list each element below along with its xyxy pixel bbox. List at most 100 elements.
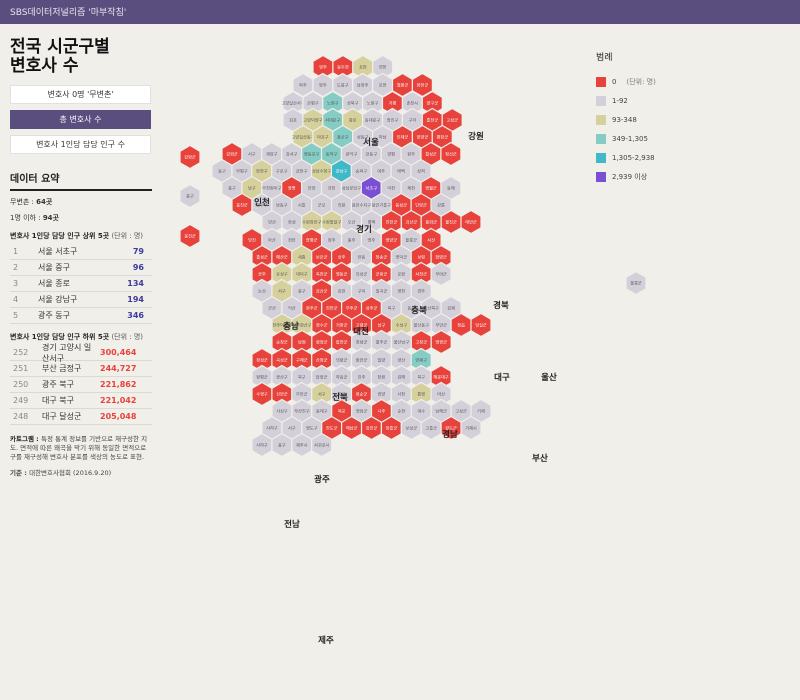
district-label: 양산 [397, 357, 405, 363]
district-label: 남해군 [435, 408, 447, 415]
district-hex[interactable]: 울진군 [440, 209, 462, 235]
district-label: 강릉 [437, 202, 445, 208]
district-label: 동두천 [337, 64, 349, 71]
district-label: 의왕 [338, 202, 346, 209]
district-label: 상주 [338, 254, 346, 261]
district-label: 고양일산서구 [281, 100, 304, 107]
district-label: 양천구 [256, 168, 268, 175]
district-hex[interactable]: 옹진군 [231, 192, 253, 218]
district-hex[interactable]: 해남군 [341, 415, 363, 441]
district-label: 장성군 [256, 357, 268, 363]
district-label: 통영 [417, 391, 425, 397]
legend-item: 2,939 이상 [596, 170, 706, 184]
district-label: 사하구 [256, 442, 268, 449]
district-label: 곡성군 [276, 357, 288, 364]
district-label: 파주 [299, 82, 307, 89]
legend-item: 93-348 [596, 113, 706, 127]
region-label: 전북 [332, 392, 348, 403]
district-hex[interactable]: 중구 [179, 183, 201, 209]
district-label: 서천군 [415, 271, 427, 278]
legend-swatch [596, 134, 606, 144]
district-hex[interactable]: 보성군 [400, 415, 422, 441]
district-label: 관악구 [346, 151, 358, 158]
legend-item: 1-92 [596, 94, 706, 108]
district-label: 울산남구 [394, 339, 410, 346]
legend-item: 0 (단위: 명) [596, 75, 706, 89]
district-label: 경주 [417, 288, 425, 295]
legend-swatch [596, 153, 606, 163]
district-label: 영주 [368, 237, 376, 244]
district-hex[interactable]: 사하구 [251, 432, 273, 458]
district-label: 춘천시 [407, 100, 419, 106]
legend-label: 0 [612, 78, 617, 86]
region-label: 경남 [442, 429, 458, 440]
district-hex[interactable]: 옹진군 [179, 223, 201, 249]
district-hex[interactable]: 서귀포시 [311, 432, 333, 458]
district-label: 평창군 [437, 134, 449, 140]
district-label: 마산 [437, 391, 445, 398]
district-label: 청송군 [376, 254, 388, 260]
district-label: 거제시 [465, 425, 477, 432]
district-label: 영월군 [425, 185, 437, 192]
region-label: 대전 [353, 326, 369, 337]
district-hex[interactable]: 고흥군 [420, 415, 442, 441]
region-label: 전남 [284, 519, 300, 530]
district-label: 의성군 [356, 271, 368, 278]
district-label: 해남군 [346, 425, 358, 432]
district-label: 옹진군 [236, 202, 248, 208]
district-label: 철원군 [397, 82, 409, 88]
district-label: 군산 [268, 305, 276, 311]
district-hex[interactable]: 임실군 [470, 312, 492, 338]
district-hex[interactable]: 부여군 [430, 261, 452, 287]
district-label: 고성군 [446, 117, 458, 123]
district-hex[interactable]: 장흥군 [380, 415, 402, 441]
district-label: 괴산군 [406, 219, 418, 226]
district-hex[interactable]: 제주시 [291, 432, 313, 458]
district-label: 오산 [348, 219, 356, 225]
district-label: 제천 [407, 185, 415, 192]
district-label: 영광군 [435, 339, 447, 345]
district-label: 사천 [397, 391, 405, 398]
district-hex[interactable]: 정읍 [450, 312, 472, 338]
district-label: 고성군 [455, 408, 467, 414]
district-label: 김해 [397, 374, 405, 381]
district-label: 논산 [258, 288, 266, 294]
district-label: 횡성군 [425, 151, 437, 157]
district-label: 함평군 [256, 374, 268, 380]
district-hex[interactable]: 태안군 [460, 209, 482, 235]
district-label: 동대문구 [365, 117, 381, 124]
district-hex[interactable]: 강진군 [360, 415, 383, 441]
district-label: 홍천군 [427, 117, 439, 123]
district-label: 장흥군 [386, 425, 398, 431]
district-label: 양양군 [417, 134, 429, 140]
district-label: 영양군 [386, 237, 398, 243]
district-hex[interactable]: 강화군 [179, 144, 201, 170]
district-label: 정선군 [445, 151, 457, 157]
district-hex[interactable]: 거제시 [460, 415, 482, 441]
district-label: 연천 [379, 64, 387, 70]
region-label: 서울 [363, 137, 379, 148]
district-label: 종로 [349, 118, 357, 123]
district-label: 여수 [417, 408, 425, 415]
district-label: 구례군 [296, 357, 308, 364]
district-label: 포천 [379, 82, 387, 88]
district-label: 창원 [378, 374, 386, 380]
district-label: 부평구 [236, 168, 248, 175]
district-label: 고흥군 [425, 425, 437, 431]
district-hex[interactable]: 영광군 [430, 329, 452, 355]
district-label: 함양군 [316, 339, 328, 345]
district-hex[interactable]: 울릉군 [625, 270, 647, 296]
district-label: 인제군 [397, 134, 409, 141]
district-label: 울릉군 [630, 281, 642, 286]
legend-label: 93-348 [612, 116, 637, 124]
district-hex[interactable]: 중구 [271, 432, 293, 458]
district-label: 남양주 [357, 82, 369, 89]
region-label: 충북 [411, 305, 427, 316]
district-label: 사상구 [276, 408, 288, 415]
district-label: 금산군 [316, 288, 328, 294]
district-hex[interactable]: 정선군 [440, 141, 462, 167]
legend-label: 349-1,305 [612, 135, 648, 143]
district-hex[interactable]: 수영구 [251, 381, 273, 407]
district-label: 이천 [387, 185, 395, 192]
district-label: 대덕구 [296, 271, 308, 278]
